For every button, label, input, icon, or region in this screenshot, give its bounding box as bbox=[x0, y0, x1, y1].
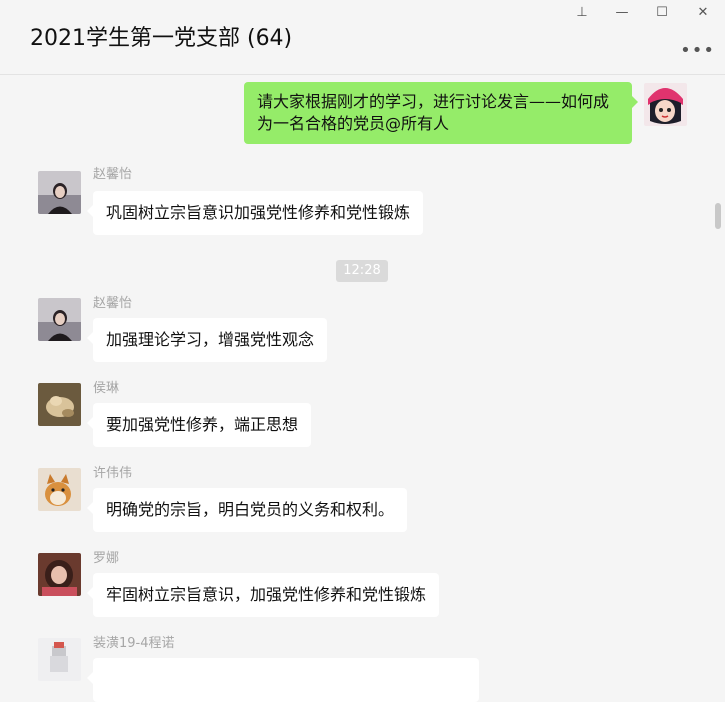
sender-name: 许伟伟 bbox=[93, 466, 133, 481]
avatar[interactable] bbox=[38, 638, 81, 681]
sender-name: 侯琳 bbox=[93, 381, 120, 396]
chat-title: 2021学生第一党支部 (64) bbox=[30, 26, 293, 51]
avatar[interactable] bbox=[38, 553, 81, 596]
scrollbar-thumb[interactable] bbox=[715, 203, 721, 229]
title-bar: 2021学生第一党支部 (64) ⊥ — ☐ ✕ ••• bbox=[0, 0, 725, 75]
timestamp: 12:28 bbox=[336, 260, 388, 282]
message-bubble[interactable]: 加强理论学习，增强党性观念 bbox=[86, 318, 328, 362]
message-bubble[interactable] bbox=[87, 658, 479, 702]
chat-area: 请大家根据刚才的学习，进行讨论发言——如何成为一名合格的党员@所有人 赵馨怡 巩… bbox=[0, 75, 725, 702]
message-bubble[interactable]: 明确党的宗旨，明白党员的义务和权利。 bbox=[86, 488, 408, 532]
self-avatar[interactable] bbox=[644, 83, 687, 126]
sender-name: 赵馨怡 bbox=[93, 167, 133, 182]
message-bubble[interactable]: 要加强党性修养，端正思想 bbox=[86, 403, 312, 447]
avatar[interactable] bbox=[38, 171, 81, 214]
sender-name: 罗娜 bbox=[93, 551, 120, 566]
avatar[interactable] bbox=[38, 468, 81, 511]
message-bubble[interactable]: 牢固树立宗旨意识，加强党性修养和党性锻炼 bbox=[86, 573, 440, 617]
sender-name: 装潢19-4程诺 bbox=[93, 636, 175, 651]
more-options-icon[interactable]: ••• bbox=[680, 40, 715, 61]
message-bubble[interactable]: 巩固树立宗旨意识加强党性修养和党性锻炼 bbox=[86, 191, 424, 235]
minimize-icon[interactable]: — bbox=[612, 4, 632, 22]
sender-name: 赵馨怡 bbox=[93, 296, 133, 311]
pin-icon[interactable]: ⊥ bbox=[572, 4, 592, 22]
self-message-bubble[interactable]: 请大家根据刚才的学习，进行讨论发言——如何成为一名合格的党员@所有人 bbox=[244, 82, 638, 144]
close-icon[interactable]: ✕ bbox=[693, 4, 713, 22]
avatar[interactable] bbox=[38, 383, 81, 426]
avatar[interactable] bbox=[38, 298, 81, 341]
maximize-icon[interactable]: ☐ bbox=[652, 4, 672, 22]
